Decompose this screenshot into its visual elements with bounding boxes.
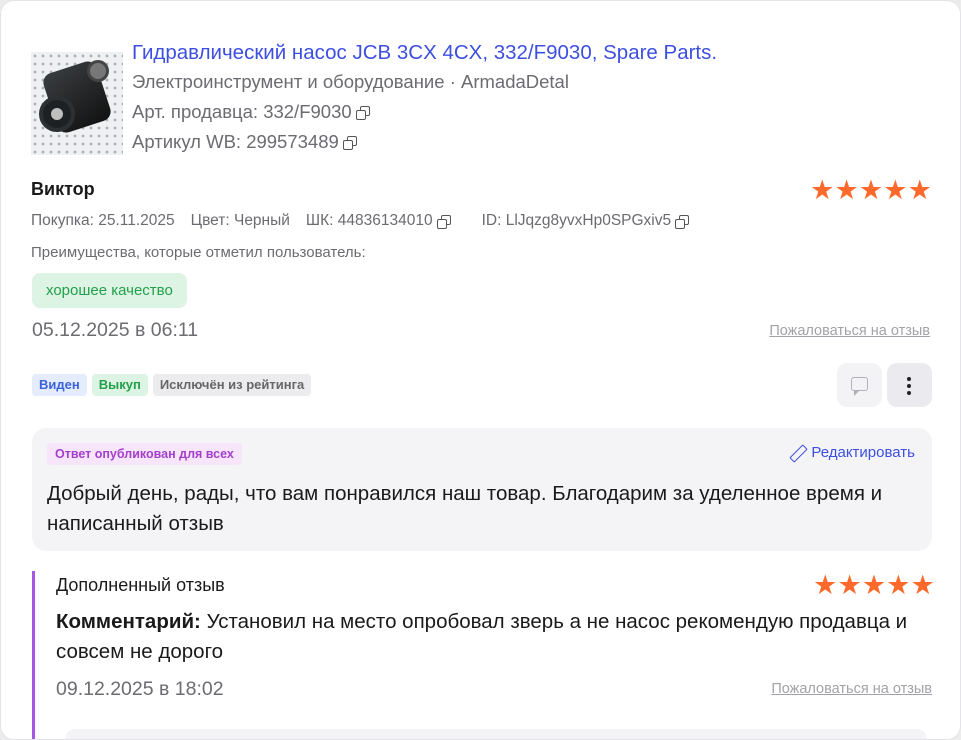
more-vertical-icon: [907, 377, 911, 398]
product-category: Электроинструмент и оборудование · Armad…: [132, 71, 569, 92]
status-badge-visible: Виден: [32, 374, 87, 396]
product-title-link[interactable]: Гидравлический насос JCB 3CX 4CX, 332/F9…: [132, 39, 717, 67]
advantages-label: Преимущества, которые отметил пользовате…: [31, 244, 366, 261]
star-icon: ★: [834, 175, 859, 205]
star-icon: ★: [810, 175, 835, 205]
supplement-title: Дополненный отзыв: [56, 575, 225, 595]
more-actions-button[interactable]: [887, 363, 932, 407]
supplemented-review: Дополненный отзыв ★ ★ ★ ★ ★ Комментарий:…: [32, 570, 935, 739]
star-icon: ★: [886, 570, 911, 600]
product-info: Гидравлический насос JCB 3CX 4CX, 332/F9…: [132, 39, 717, 157]
star-icon: ★: [813, 570, 838, 600]
advantage-tag: хорошее качество: [32, 273, 187, 308]
copy-icon[interactable]: [436, 214, 451, 229]
supplement-date: 09.12.2025 в 18:02: [56, 678, 224, 700]
barcode: ШК: 44836134010: [306, 212, 466, 230]
copy-icon[interactable]: [674, 214, 690, 229]
supplement-comment: Комментарий: Установил на место опробова…: [56, 607, 916, 667]
star-icon: ★: [910, 570, 935, 600]
comment-icon: [851, 377, 868, 396]
review-id-text: ID: LlJqzg8yvxHp0SPGxiv5: [481, 212, 672, 229]
barcode-text: ШК: 44836134010: [305, 212, 433, 229]
star-icon: ★: [907, 175, 932, 205]
review-rating-stars: ★ ★ ★ ★ ★: [810, 175, 932, 205]
edit-answer-button[interactable]: Редактировать: [789, 444, 915, 461]
color-value: Цвет: Черный: [190, 212, 290, 229]
pencil-icon: [789, 445, 805, 461]
status-badge-excluded: Исключён из рейтинга: [152, 374, 312, 396]
copy-icon[interactable]: [342, 135, 357, 150]
status-badge-purchase: Выкуп: [91, 374, 148, 396]
purchase-date: Покупка: 25.11.2025: [31, 212, 175, 229]
supplement-complain-link[interactable]: Пожаловаться на отзыв: [771, 681, 932, 697]
published-badge: Ответ опубликован для всех: [47, 443, 242, 465]
wb-article-text: Артикул WB: 299573489: [132, 131, 339, 152]
supplement-rating-stars: ★ ★ ★ ★ ★: [813, 570, 935, 600]
seller-article: Арт. продавца: 332/F9030: [132, 97, 717, 127]
status-badges: Виден Выкуп Исключён из рейтинга: [32, 374, 316, 396]
reply-button[interactable]: [837, 363, 882, 407]
star-icon: ★: [883, 175, 908, 205]
seller-answer: Ответ опубликован для всех Редактировать…: [32, 428, 932, 551]
copy-icon[interactable]: [355, 105, 370, 120]
wb-article: Артикул WB: 299573489: [132, 127, 717, 157]
star-icon: ★: [837, 570, 862, 600]
product-block: Гидравлический насос JCB 3CX 4CX, 332/F9…: [31, 39, 717, 157]
comment-label: Комментарий:: [56, 610, 201, 633]
seller-article-text: Арт. продавца: 332/F9030: [132, 101, 352, 122]
review-date: 05.12.2025 в 06:11: [32, 319, 199, 341]
next-answer-block: [65, 729, 927, 739]
review-meta: Покупка: 25.11.2025 Цвет: Черный ШК: 448…: [31, 212, 720, 230]
star-icon: ★: [861, 570, 887, 600]
product-thumbnail[interactable]: [31, 52, 123, 155]
review-id: ID: LlJqzg8yvxHp0SPGxiv5: [482, 212, 705, 230]
review-card: Гидравлический насос JCB 3CX 4CX, 332/F9…: [0, 0, 961, 740]
star-icon: ★: [858, 175, 884, 205]
answer-text: Добрый день, рады, что вам понравился на…: [47, 482, 883, 535]
edit-label: Редактировать: [811, 444, 915, 461]
review-author: Виктор: [31, 179, 95, 199]
complain-link[interactable]: Пожаловаться на отзыв: [769, 323, 930, 339]
